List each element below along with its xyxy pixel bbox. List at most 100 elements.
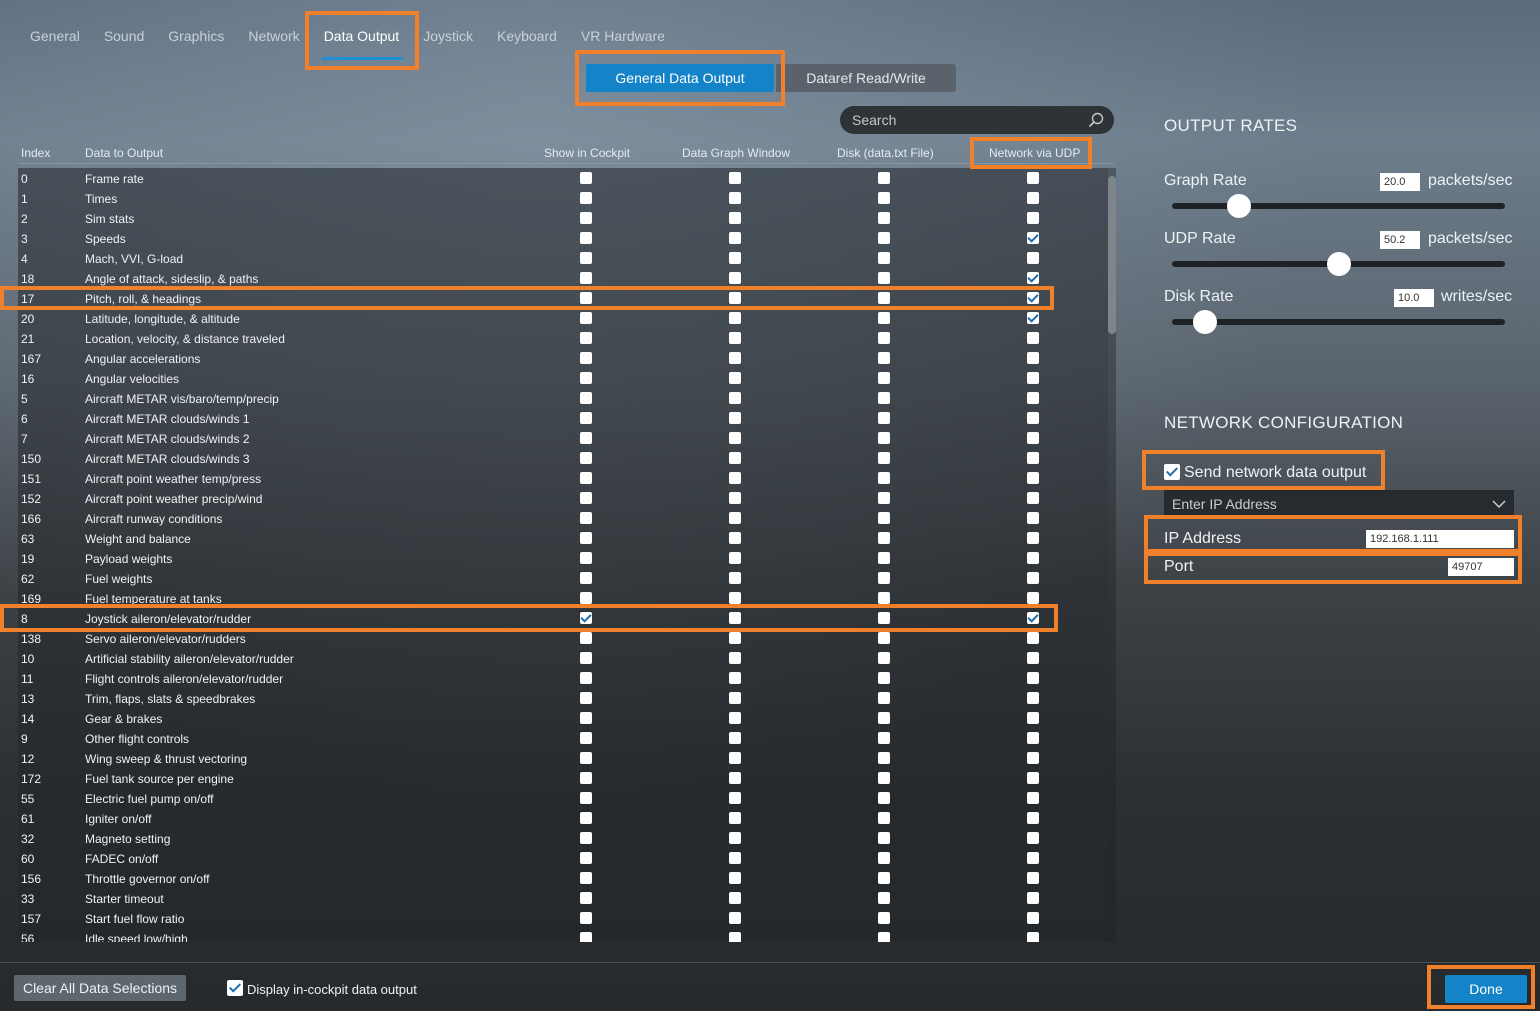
tab-keyboard[interactable]: Keyboard	[485, 24, 569, 54]
checkbox-graph[interactable]	[729, 712, 741, 724]
scrollbar-thumb[interactable]	[1108, 176, 1116, 334]
checkbox-graph[interactable]	[729, 372, 741, 384]
checkbox-udp[interactable]	[1027, 172, 1039, 184]
checkbox-udp[interactable]	[1027, 772, 1039, 784]
checkbox-udp[interactable]	[1027, 332, 1039, 344]
checkbox-graph[interactable]	[729, 672, 741, 684]
checkbox-cockpit[interactable]	[580, 792, 592, 804]
checkbox-disk[interactable]	[878, 932, 890, 942]
checkbox-udp[interactable]	[1027, 912, 1039, 924]
tab-graphics[interactable]: Graphics	[156, 24, 236, 54]
checkbox-disk[interactable]	[878, 672, 890, 684]
checkbox-disk[interactable]	[878, 772, 890, 784]
checkbox-udp[interactable]	[1027, 592, 1039, 604]
column-header-graph[interactable]: Data Graph Window	[682, 146, 790, 160]
checkbox-cockpit[interactable]	[580, 812, 592, 824]
checkbox-udp[interactable]	[1027, 832, 1039, 844]
checkbox-disk[interactable]	[878, 332, 890, 344]
checkbox-graph[interactable]	[729, 892, 741, 904]
checkbox-disk[interactable]	[878, 732, 890, 744]
disk-rate-slider-handle[interactable]	[1193, 310, 1218, 334]
tab-joystick[interactable]: Joystick	[411, 24, 485, 54]
checkbox-udp[interactable]	[1027, 932, 1039, 942]
checkbox-graph[interactable]	[729, 772, 741, 784]
display-in-cockpit-checkbox[interactable]	[227, 980, 243, 996]
checkbox-disk[interactable]	[878, 752, 890, 764]
checkbox-disk[interactable]	[878, 652, 890, 664]
checkbox-disk[interactable]	[878, 452, 890, 464]
checkbox-cockpit[interactable]	[580, 372, 592, 384]
checkbox-cockpit[interactable]	[580, 652, 592, 664]
checkbox-cockpit[interactable]	[580, 252, 592, 264]
checkbox-disk[interactable]	[878, 912, 890, 924]
checkbox-graph[interactable]	[729, 632, 741, 644]
checkbox-cockpit[interactable]	[580, 692, 592, 704]
checkbox-disk[interactable]	[878, 372, 890, 384]
checkbox-cockpit[interactable]	[580, 212, 592, 224]
checkbox-disk[interactable]	[878, 192, 890, 204]
ip-address-dropdown[interactable]: Enter IP Address	[1164, 490, 1514, 518]
udp-rate-slider-handle[interactable]	[1326, 252, 1351, 276]
column-header-disk[interactable]: Disk (data.txt File)	[837, 146, 934, 160]
checkbox-disk[interactable]	[878, 472, 890, 484]
tab-vr-hardware[interactable]: VR Hardware	[569, 24, 677, 54]
tab-network[interactable]: Network	[236, 24, 311, 54]
checkbox-cockpit[interactable]	[580, 472, 592, 484]
checkbox-udp[interactable]	[1027, 652, 1039, 664]
checkbox-disk[interactable]	[878, 232, 890, 244]
ip-address-input[interactable]: 192.168.1.111	[1366, 530, 1514, 548]
done-button[interactable]: Done	[1445, 975, 1527, 1003]
checkbox-disk[interactable]	[878, 892, 890, 904]
checkbox-disk[interactable]	[878, 272, 890, 284]
checkbox-udp[interactable]	[1027, 292, 1039, 304]
checkbox-udp[interactable]	[1027, 692, 1039, 704]
checkbox-udp[interactable]	[1027, 412, 1039, 424]
checkbox-cockpit[interactable]	[580, 312, 592, 324]
checkbox-cockpit[interactable]	[580, 192, 592, 204]
checkbox-udp[interactable]	[1027, 272, 1039, 284]
checkbox-disk[interactable]	[878, 612, 890, 624]
checkbox-udp[interactable]	[1027, 792, 1039, 804]
checkbox-cockpit[interactable]	[580, 612, 592, 624]
checkbox-udp[interactable]	[1027, 492, 1039, 504]
column-header-udp[interactable]: Network via UDP	[989, 146, 1080, 160]
column-header-cockpit[interactable]: Show in Cockpit	[544, 146, 630, 160]
checkbox-graph[interactable]	[729, 272, 741, 284]
checkbox-udp[interactable]	[1027, 732, 1039, 744]
checkbox-disk[interactable]	[878, 252, 890, 264]
checkbox-cockpit[interactable]	[580, 552, 592, 564]
checkbox-graph[interactable]	[729, 752, 741, 764]
checkbox-graph[interactable]	[729, 872, 741, 884]
checkbox-cockpit[interactable]	[580, 912, 592, 924]
disk-rate-input[interactable]: 10.0	[1394, 289, 1434, 307]
search-input[interactable]: Search	[840, 106, 1114, 134]
checkbox-graph[interactable]	[729, 192, 741, 204]
udp-rate-input[interactable]: 50.2	[1380, 231, 1420, 249]
checkbox-udp[interactable]	[1027, 232, 1039, 244]
checkbox-graph[interactable]	[729, 492, 741, 504]
checkbox-graph[interactable]	[729, 732, 741, 744]
checkbox-disk[interactable]	[878, 492, 890, 504]
checkbox-graph[interactable]	[729, 592, 741, 604]
checkbox-cockpit[interactable]	[580, 672, 592, 684]
checkbox-disk[interactable]	[878, 172, 890, 184]
checkbox-graph[interactable]	[729, 472, 741, 484]
checkbox-cockpit[interactable]	[580, 392, 592, 404]
checkbox-graph[interactable]	[729, 552, 741, 564]
checkbox-cockpit[interactable]	[580, 852, 592, 864]
checkbox-graph[interactable]	[729, 252, 741, 264]
checkbox-graph[interactable]	[729, 412, 741, 424]
checkbox-disk[interactable]	[878, 392, 890, 404]
checkbox-disk[interactable]	[878, 552, 890, 564]
checkbox-udp[interactable]	[1027, 352, 1039, 364]
checkbox-cockpit[interactable]	[580, 632, 592, 644]
checkbox-udp[interactable]	[1027, 672, 1039, 684]
graph-rate-input[interactable]: 20.0	[1380, 173, 1420, 191]
checkbox-cockpit[interactable]	[580, 832, 592, 844]
checkbox-udp[interactable]	[1027, 472, 1039, 484]
checkbox-disk[interactable]	[878, 812, 890, 824]
checkbox-udp[interactable]	[1027, 372, 1039, 384]
checkbox-cockpit[interactable]	[580, 332, 592, 344]
checkbox-graph[interactable]	[729, 212, 741, 224]
checkbox-disk[interactable]	[878, 712, 890, 724]
